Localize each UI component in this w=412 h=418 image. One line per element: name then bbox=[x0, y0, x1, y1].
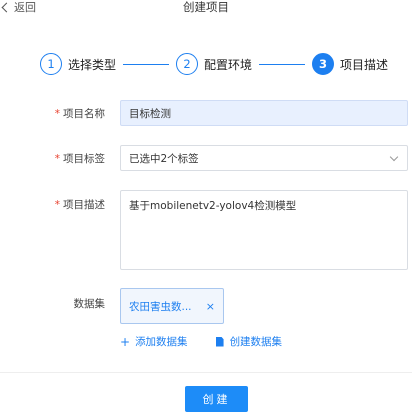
label-text: 数据集 bbox=[73, 298, 106, 310]
page-title: 创建项目 bbox=[183, 0, 229, 14]
close-icon[interactable]: × bbox=[206, 300, 215, 313]
label-text: 项目描述 bbox=[63, 199, 105, 211]
label-text: 项目名称 bbox=[63, 108, 105, 120]
project-tags-select[interactable]: 已选中2个标签 bbox=[120, 145, 408, 171]
document-icon bbox=[215, 336, 224, 347]
header: 返回 创建项目 bbox=[0, 0, 412, 18]
required-mark: * bbox=[54, 108, 60, 120]
input-value: 目标检测 bbox=[129, 107, 171, 120]
step-3-active: 3 项目描述 bbox=[312, 53, 388, 75]
project-tags-label: * 项目标签 bbox=[55, 151, 105, 166]
dataset-actions: + 添加数据集 创建数据集 bbox=[120, 334, 282, 349]
step-1: 1 选择类型 bbox=[40, 53, 116, 75]
plus-icon: + bbox=[120, 334, 131, 349]
step-label: 项目描述 bbox=[340, 57, 389, 72]
create-button[interactable]: 创建 bbox=[185, 386, 248, 412]
required-mark: * bbox=[54, 153, 60, 165]
create-dataset-button[interactable]: 创建数据集 bbox=[215, 334, 283, 349]
dataset-name: 农田害虫数... bbox=[129, 300, 192, 313]
step-2: 2 配置环境 bbox=[176, 53, 252, 75]
stepper: 1 选择类型 2 配置环境 3 项目描述 bbox=[40, 52, 388, 76]
create-dataset-label: 创建数据集 bbox=[229, 336, 283, 348]
project-name-input[interactable]: 目标检测 bbox=[120, 100, 408, 126]
required-mark: * bbox=[54, 199, 60, 211]
step-number: 2 bbox=[176, 53, 198, 75]
textarea-value: 基于mobilenetv2-yolov4检测模型 bbox=[129, 200, 297, 212]
project-description-textarea[interactable]: 基于mobilenetv2-yolov4检测模型 bbox=[120, 190, 408, 270]
add-dataset-label: 添加数据集 bbox=[135, 336, 188, 348]
label-text: 项目标签 bbox=[63, 153, 105, 165]
footer-divider bbox=[0, 372, 412, 373]
select-value: 已选中2个标签 bbox=[129, 152, 199, 165]
step-number: 3 bbox=[312, 53, 334, 75]
project-description-label: * 项目描述 bbox=[55, 197, 105, 212]
project-name-label: * 项目名称 bbox=[55, 106, 105, 121]
chevron-down-icon bbox=[389, 152, 399, 162]
step-connector bbox=[123, 63, 169, 65]
step-label: 选择类型 bbox=[68, 57, 117, 72]
selected-dataset-tag[interactable]: 农田害虫数... × bbox=[120, 288, 224, 324]
step-label: 配置环境 bbox=[204, 57, 253, 72]
dataset-label: 数据集 bbox=[74, 296, 106, 311]
step-connector bbox=[259, 63, 305, 65]
add-dataset-button[interactable]: + 添加数据集 bbox=[120, 334, 188, 349]
step-number: 1 bbox=[40, 53, 62, 75]
